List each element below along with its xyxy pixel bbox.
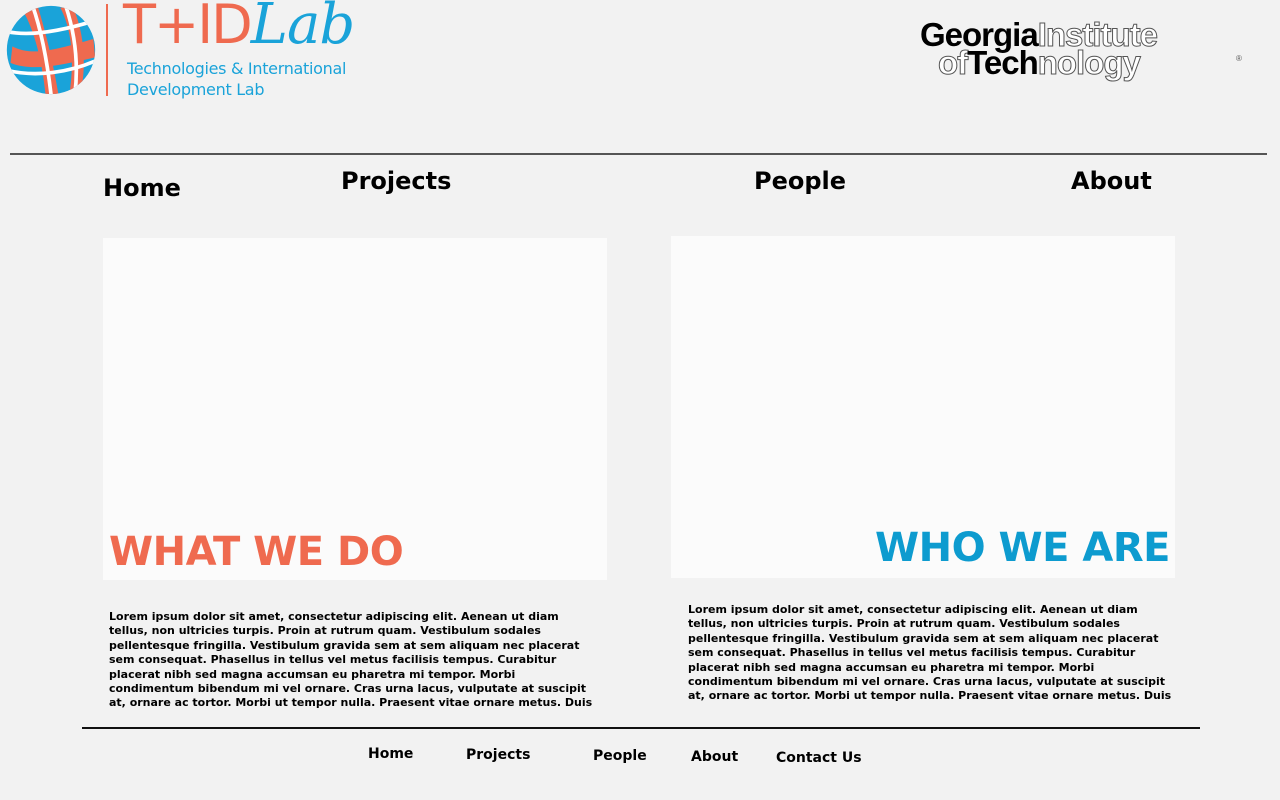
lab-tagline-line2: Development Lab <box>127 80 265 99</box>
lab-name-part2: Lab <box>250 0 355 57</box>
globe-icon <box>6 5 96 95</box>
lab-logo[interactable]: T+IDLab Technologies & International Dev… <box>5 0 367 100</box>
nav-home-link[interactable]: Home <box>103 174 181 202</box>
page: T+IDLab Technologies & International Dev… <box>0 0 1280 800</box>
lab-tagline: Technologies & International Development… <box>127 58 367 100</box>
footer-projects-link[interactable]: Projects <box>466 747 530 763</box>
footer-people-link[interactable]: People <box>593 748 647 764</box>
gt-word-tech: Tech <box>967 44 1039 81</box>
nav-projects-link[interactable]: Projects <box>341 167 451 195</box>
who-we-are-panel[interactable]: WHO WE ARE <box>671 236 1175 578</box>
lab-name: T+IDLab <box>123 0 355 56</box>
logo-divider <box>106 4 108 96</box>
registered-mark: ® <box>1236 54 1242 63</box>
nav-about-link[interactable]: About <box>1071 167 1152 195</box>
footer-divider <box>82 727 1200 729</box>
who-we-are-text: Lorem ipsum dolor sit amet, consectetur … <box>688 603 1172 704</box>
who-we-are-title: WHO WE ARE <box>875 525 1170 571</box>
georgia-tech-logo-line2: ofTechnology <box>937 44 1141 81</box>
lab-name-part1: T+ID <box>123 0 253 56</box>
footer-about-link[interactable]: About <box>691 749 738 765</box>
nav-people-link[interactable]: People <box>754 167 846 195</box>
what-we-do-title: WHAT WE DO <box>109 529 404 575</box>
footer-home-link[interactable]: Home <box>368 746 413 762</box>
top-divider <box>10 153 1267 155</box>
gt-word-nology: nology <box>1037 44 1141 81</box>
georgia-tech-logo[interactable]: GeorgiaInstitute ofTechnology ® <box>918 16 1273 88</box>
lab-tagline-line1: Technologies & International <box>127 59 347 78</box>
gt-word-of: of <box>937 44 968 81</box>
what-we-do-panel[interactable]: WHAT WE DO <box>103 238 607 580</box>
what-we-do-text: Lorem ipsum dolor sit amet, consectetur … <box>109 610 593 711</box>
footer-contact-link[interactable]: Contact Us <box>776 750 862 766</box>
